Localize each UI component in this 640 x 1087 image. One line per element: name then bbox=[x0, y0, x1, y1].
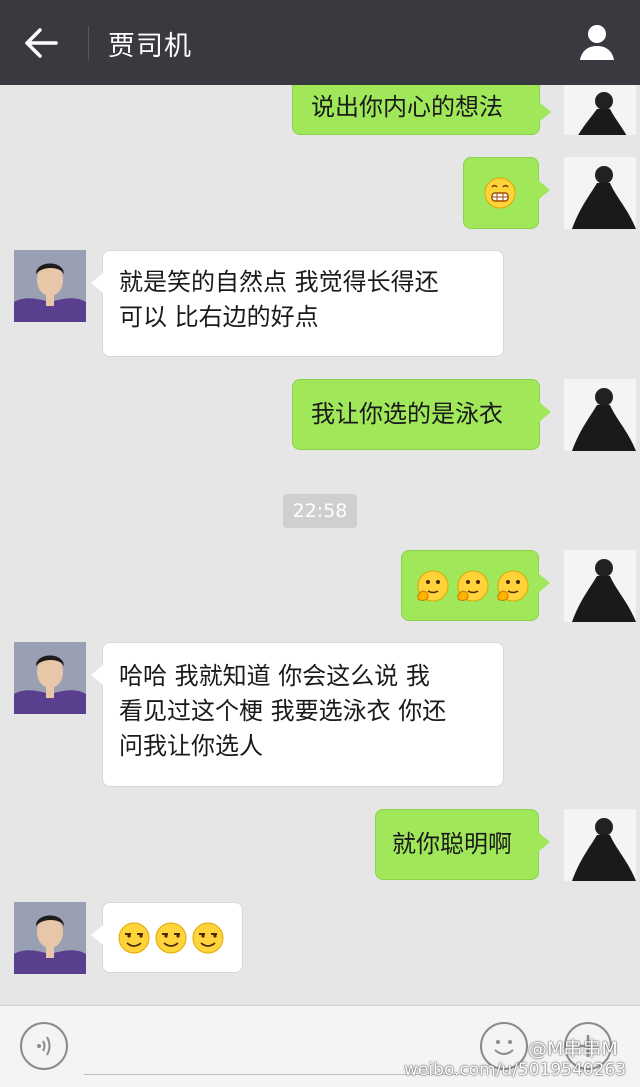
contact-photo-icon bbox=[14, 250, 86, 322]
avatar-silhouette-icon bbox=[564, 550, 636, 622]
message-bubble-received[interactable]: 哈哈 我就知道 你会这么说 我 看见过这个梗 我要选泳衣 你还 问我让你选人 bbox=[91, 642, 504, 787]
top-bar: 贾司机 bbox=[0, 0, 640, 85]
message-bubble-sent[interactable]: 说出你内心的想法 bbox=[292, 85, 551, 135]
contact-avatar[interactable] bbox=[14, 642, 86, 714]
shy-emoji-icon bbox=[417, 570, 449, 601]
back-arrow-icon bbox=[25, 28, 58, 58]
voice-input-button[interactable] bbox=[20, 1022, 68, 1070]
my-avatar[interactable] bbox=[564, 379, 636, 451]
message-text: 说出你内心的想法 bbox=[311, 93, 503, 121]
smirk-emoji-icon bbox=[118, 922, 150, 953]
message-text: 哈哈 我就知道 你会这么说 我 看见过这个梗 我要选泳衣 你还 问我让你选人 bbox=[119, 662, 447, 760]
message-text: 就是笑的自然点 我觉得长得还 可以 比右边的好点 bbox=[119, 268, 439, 331]
title-divider bbox=[88, 26, 89, 60]
smirk-emoji-icon bbox=[155, 922, 187, 953]
timestamp: 22:58 bbox=[283, 494, 357, 528]
watermark-username: @M串串M bbox=[528, 1038, 618, 1060]
back-button[interactable] bbox=[18, 20, 66, 66]
shy-emoji-icon bbox=[497, 570, 529, 601]
message-bubble-sent[interactable] bbox=[463, 157, 550, 229]
my-avatar[interactable] bbox=[564, 809, 636, 881]
chat-info-button[interactable] bbox=[572, 18, 622, 66]
watermark-url: weibo.com/u/5019540263 bbox=[404, 1060, 627, 1080]
message-bubble-sent[interactable]: 就你聪明啊 bbox=[375, 809, 550, 880]
grin-emoji-icon bbox=[484, 177, 516, 209]
shy-emoji-icon bbox=[457, 570, 489, 601]
contact-avatar[interactable] bbox=[14, 902, 86, 974]
chat-title: 贾司机 bbox=[108, 31, 192, 62]
chat-area[interactable]: 说出你内心的想法 就是笑的自然点 我觉得长得还 可以 比右边的好点 我让你选的是… bbox=[0, 85, 640, 1005]
avatar-silhouette-icon bbox=[564, 85, 636, 135]
message-bubble-sent[interactable] bbox=[401, 550, 550, 621]
avatar-silhouette-icon bbox=[564, 157, 636, 229]
my-avatar[interactable] bbox=[564, 85, 636, 135]
person-icon bbox=[580, 25, 614, 60]
contact-avatar[interactable] bbox=[14, 250, 86, 322]
message-text: 我让你选的是泳衣 bbox=[311, 400, 503, 428]
my-avatar[interactable] bbox=[564, 157, 636, 229]
message-bubble-sent[interactable]: 我让你选的是泳衣 bbox=[292, 379, 551, 450]
contact-photo-icon bbox=[14, 642, 86, 714]
message-bubble-received[interactable]: 就是笑的自然点 我觉得长得还 可以 比右边的好点 bbox=[91, 250, 504, 357]
my-avatar[interactable] bbox=[564, 550, 636, 622]
avatar-silhouette-icon bbox=[564, 809, 636, 881]
smirk-emoji-icon bbox=[192, 922, 224, 953]
avatar-silhouette-icon bbox=[564, 379, 636, 451]
message-text: 就你聪明啊 bbox=[392, 830, 512, 858]
contact-photo-icon bbox=[14, 902, 86, 974]
message-bubble-received[interactable] bbox=[91, 902, 243, 973]
voice-icon bbox=[37, 1036, 51, 1056]
